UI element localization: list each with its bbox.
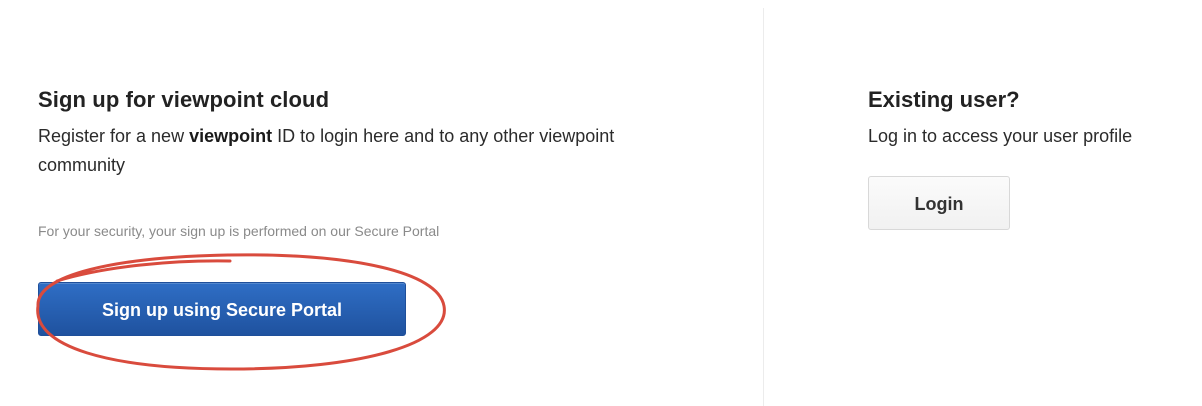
existing-user-title: Existing user?: [868, 87, 1020, 112]
secure-portal-signup-button[interactable]: Sign up using Secure Portal: [38, 282, 406, 336]
login-button[interactable]: Login: [868, 176, 1010, 230]
vertical-divider: [763, 8, 764, 406]
existing-user-panel: Existing user? Log in to access your use…: [868, 86, 1202, 230]
signup-description-prefix: Register for a new: [38, 126, 190, 146]
existing-user-description: Log in to access your user profile: [868, 126, 1133, 146]
signup-description-brand: viewpoint: [189, 126, 273, 146]
security-note: For your security, your sign up is perfo…: [38, 223, 440, 239]
signup-description: Register for a new viewpoint ID to login…: [38, 122, 623, 180]
signup-login-page: Sign up for viewpoint cloud Register for…: [0, 0, 1202, 406]
signup-panel: Sign up for viewpoint cloud Register for…: [38, 86, 738, 336]
signup-title: Sign up for viewpoint cloud: [38, 87, 330, 112]
